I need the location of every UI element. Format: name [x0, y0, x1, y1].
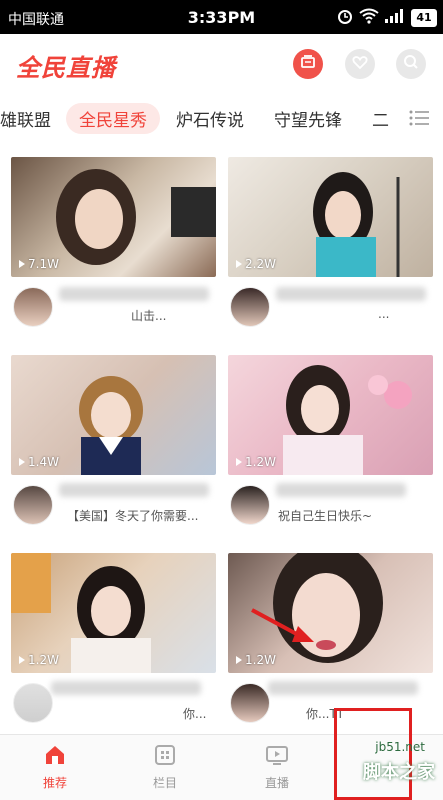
play-icon: [19, 458, 25, 466]
blurred-name: [59, 483, 209, 497]
avatar[interactable]: [13, 683, 53, 723]
list-menu-icon: [409, 109, 431, 131]
nav-recommend[interactable]: 推荐: [25, 743, 85, 791]
play-icon: [19, 656, 25, 664]
history-icon: [300, 54, 316, 74]
stream-title: 【美国】冬天了你需要...: [67, 509, 199, 523]
tab-lol[interactable]: 雄联盟: [0, 106, 51, 131]
status-bar: 中国联通 3:33PM 41: [0, 0, 443, 34]
blurred-name: [268, 681, 418, 695]
view-count: 1.4W: [19, 455, 59, 469]
stream-title: 祝自己生日快乐~: [278, 509, 373, 523]
live-grid: 7.1W 山击... 2.2W ... 1.4W 【美国】冬天了你需要... 1…: [0, 146, 443, 734]
nav-live-label: 直播: [264, 776, 289, 790]
annotation-arrow: [248, 606, 318, 650]
category-tabs: 雄联盟 全民星秀 炉石传说 守望先锋 二: [0, 94, 443, 146]
play-icon: [236, 458, 242, 466]
stream-thumbnail[interactable]: 1.2W: [228, 355, 433, 475]
wifi-icon: [359, 8, 379, 28]
stream-title: ...: [378, 307, 390, 321]
view-count: 2.2W: [236, 257, 276, 271]
avatar[interactable]: [13, 287, 53, 327]
tab-menu-button[interactable]: [397, 94, 443, 146]
search-button[interactable]: [396, 49, 426, 79]
heart-icon: [352, 54, 368, 74]
avatar[interactable]: [230, 485, 270, 525]
view-count: 1.2W: [19, 653, 59, 667]
search-icon: [403, 54, 419, 74]
annotation-highlight-box: [334, 708, 412, 800]
tv-icon: [247, 743, 307, 770]
view-count: 1.2W: [236, 653, 276, 667]
nav-columns-label: 栏目: [152, 776, 177, 790]
nav-columns[interactable]: 栏目: [135, 743, 195, 791]
tab-quanmin-xingxiu[interactable]: 全民星秀: [66, 103, 160, 134]
battery-icon: 41: [411, 9, 437, 27]
stream-thumbnail[interactable]: 2.2W: [228, 157, 433, 277]
favorite-button[interactable]: [345, 49, 375, 79]
view-count: 1.2W: [236, 455, 276, 469]
watermark-url: jb51.net: [375, 740, 425, 754]
nav-live[interactable]: 直播: [247, 743, 307, 791]
watermark-logo: 脚本之家: [363, 762, 435, 783]
view-count: 7.1W: [19, 257, 59, 271]
stream-thumbnail[interactable]: 1.2W: [11, 553, 216, 673]
home-icon: [25, 743, 85, 770]
tab-overwatch[interactable]: 守望先锋: [274, 106, 342, 131]
tab-more-partial[interactable]: 二: [372, 106, 389, 131]
avatar[interactable]: [13, 485, 53, 525]
stream-thumbnail[interactable]: 1.4W: [11, 355, 216, 475]
stream-title: 你...: [183, 707, 207, 721]
app-header: 全民直播: [0, 34, 443, 94]
app-logo: 全民直播: [16, 54, 116, 82]
avatar[interactable]: [230, 683, 270, 723]
stream-title: 山击...: [131, 309, 167, 323]
avatar[interactable]: [230, 287, 270, 327]
nav-recommend-label: 推荐: [42, 776, 67, 790]
stream-thumbnail[interactable]: 7.1W: [11, 157, 216, 277]
blurred-name: [51, 681, 201, 695]
blurred-name: [276, 287, 426, 301]
tab-hearthstone[interactable]: 炉石传说: [176, 106, 244, 131]
blurred-name: [59, 287, 209, 301]
alarm-icon: [336, 7, 354, 29]
signal-icon: [384, 8, 406, 28]
grid-icon: [135, 743, 195, 770]
play-icon: [236, 656, 242, 664]
blurred-name: [276, 483, 406, 497]
play-icon: [236, 260, 242, 268]
history-button[interactable]: [293, 49, 323, 79]
play-icon: [19, 260, 25, 268]
